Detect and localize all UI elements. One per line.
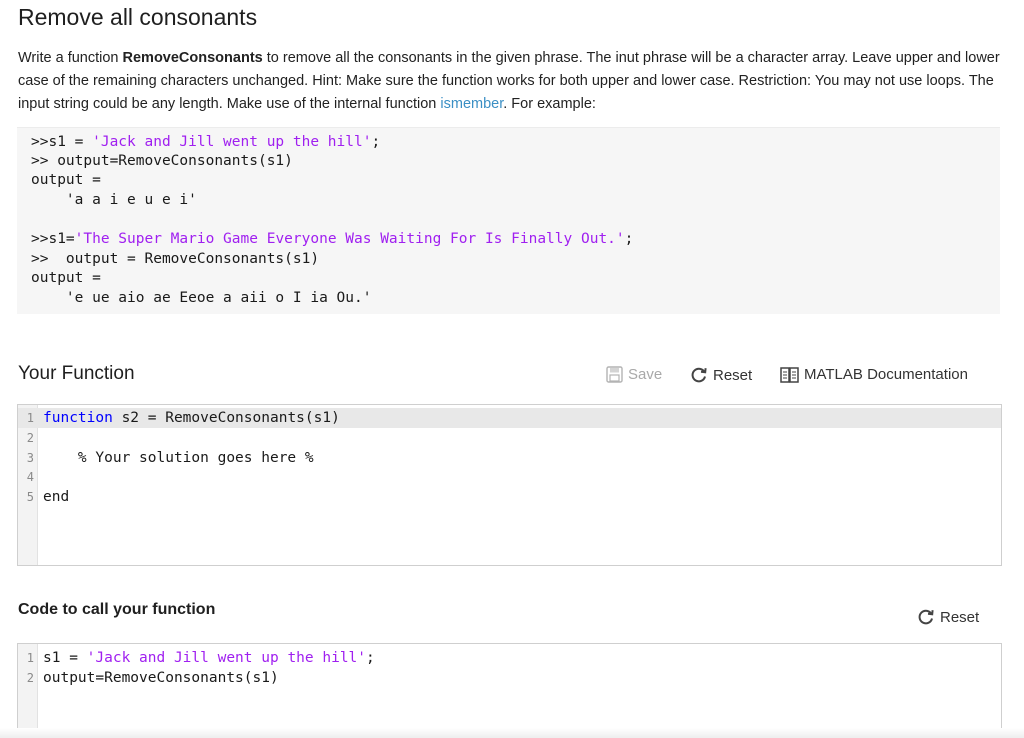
example-line: >> output = RemoveConsonants(s1) [31,250,319,270]
example-code-block: >>s1 = 'Jack and Jill went up the hill';… [17,127,1000,314]
desc-text-1: Write a function [18,50,123,66]
editor-line[interactable]: 2 [18,428,1001,448]
editor-line[interactable]: 1 function s2 = RemoveConsonants(s1) [18,408,1001,428]
reset-icon [917,608,935,626]
reset-label: Reset [713,367,752,384]
desc-text-3: . For example: [503,96,596,112]
editor-line[interactable]: 4 [18,467,1001,487]
reset-icon [690,366,708,384]
example-line: >>s1='The Super Mario Game Everyone Was … [31,230,633,250]
save-icon [606,366,623,383]
function-code-editor[interactable]: 1 function s2 = RemoveConsonants(s1) 2 3… [17,404,1002,566]
call-reset-label: Reset [940,609,979,626]
page-title: Remove all consonants [18,4,257,31]
page-bottom-edge [0,728,1024,738]
example-line: output = [31,269,101,289]
reset-button[interactable]: Reset [690,366,752,384]
call-reset-button[interactable]: Reset [917,608,979,626]
book-icon [780,367,799,383]
call-code-editor[interactable]: 1 s1 = 'Jack and Jill went up the hill';… [17,643,1002,729]
save-label: Save [628,366,662,383]
editor-line[interactable]: 1 s1 = 'Jack and Jill went up the hill'; [18,648,1001,668]
example-line: >> output=RemoveConsonants(s1) [31,152,293,172]
call-code-heading: Code to call your function [18,601,215,619]
editor-line[interactable]: 2 output=RemoveConsonants(s1) [18,668,1001,688]
editor-line[interactable]: 3 % Your solution goes here % [18,448,1001,468]
example-line: 'e ue aio ae Eeoe a aii o I ia Ou.' [31,289,371,309]
save-button[interactable]: Save [606,366,662,383]
desc-function-name: RemoveConsonants [123,50,263,66]
matlab-documentation-button[interactable]: MATLAB Documentation [780,366,968,383]
documentation-label: MATLAB Documentation [804,366,968,383]
example-line: >>s1 = 'Jack and Jill went up the hill'; [31,133,380,153]
example-line: 'a a i e u e i' [31,191,197,211]
example-line: output = [31,171,101,191]
problem-description: Write a function RemoveConsonants to rem… [18,47,1008,116]
your-function-heading: Your Function [18,363,135,385]
editor-line[interactable]: 5 end [18,487,1001,507]
ismember-link[interactable]: ismember [440,96,503,112]
